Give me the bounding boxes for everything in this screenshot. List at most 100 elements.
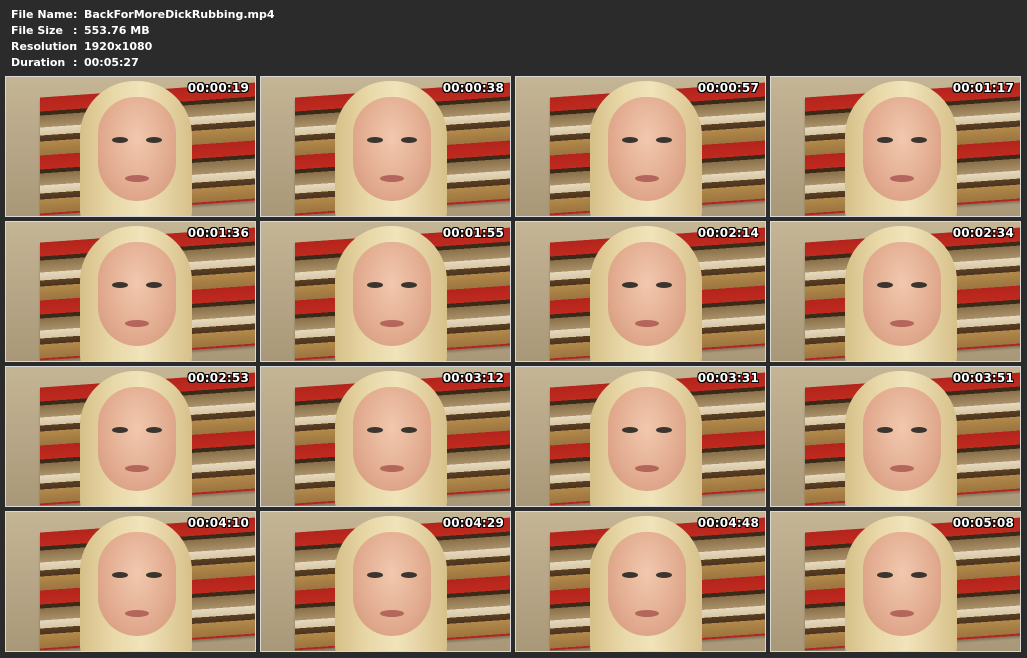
video-thumbnail[interactable]: 00:00:57 (515, 76, 766, 217)
video-thumbnail[interactable]: 00:00:38 (260, 76, 511, 217)
eye (656, 137, 672, 143)
video-thumbnail[interactable]: 00:02:53 (5, 366, 256, 507)
eye (911, 282, 927, 288)
info-row-file-name: File Name : BackForMoreDickRubbing.mp4 (11, 7, 275, 23)
eye (656, 427, 672, 433)
thumbnail-timestamp: 00:02:53 (187, 371, 249, 385)
person-face (863, 242, 941, 346)
eye (656, 572, 672, 578)
thumbnail-frame-image (771, 77, 1020, 216)
info-label: File Size (11, 24, 63, 37)
mouth (890, 320, 914, 327)
eye (401, 572, 417, 578)
person-face (608, 97, 686, 201)
eye (367, 427, 383, 433)
eye (401, 427, 417, 433)
person-face (863, 532, 941, 636)
info-value: 553.76 MB (84, 24, 150, 37)
info-label: Duration (11, 56, 66, 69)
mouth (380, 320, 404, 327)
eye (877, 282, 893, 288)
info-row-duration: Duration : 00:05:27 (11, 55, 275, 71)
info-row-resolution: Resolution : 1920x1080 (11, 39, 275, 55)
video-thumbnail[interactable]: 00:00:19 (5, 76, 256, 217)
thumbnail-frame-image (261, 367, 510, 506)
thumbnail-frame-image (6, 367, 255, 506)
thumbnail-frame-image (6, 77, 255, 216)
person-face (863, 97, 941, 201)
video-thumbnail[interactable]: 00:03:51 (770, 366, 1021, 507)
info-value: BackForMoreDickRubbing.mp4 (84, 8, 275, 21)
person-face (98, 242, 176, 346)
eye (112, 572, 128, 578)
thumbnail-timestamp: 00:03:51 (952, 371, 1014, 385)
video-thumbnail[interactable]: 00:04:48 (515, 511, 766, 652)
video-thumbnail[interactable]: 00:01:36 (5, 221, 256, 362)
mouth (125, 610, 149, 617)
thumbnail-frame-image (261, 512, 510, 651)
thumbnail-frame-image (516, 77, 765, 216)
eye (401, 282, 417, 288)
video-thumbnail[interactable]: 00:04:29 (260, 511, 511, 652)
thumbnail-timestamp: 00:00:57 (697, 81, 759, 95)
eye (622, 282, 638, 288)
eye (146, 137, 162, 143)
thumbnail-frame-image (516, 222, 765, 361)
mouth (635, 175, 659, 182)
video-thumbnail[interactable]: 00:01:55 (260, 221, 511, 362)
thumbnail-frame-image (516, 367, 765, 506)
eye (622, 572, 638, 578)
thumbnail-timestamp: 00:04:10 (187, 516, 249, 530)
file-info-panel: File Name : BackForMoreDickRubbing.mp4 F… (11, 7, 275, 71)
thumbnail-timestamp: 00:01:55 (442, 226, 504, 240)
thumbnail-timestamp: 00:02:34 (952, 226, 1014, 240)
eye (877, 137, 893, 143)
eye (622, 427, 638, 433)
person-face (353, 242, 431, 346)
thumbnail-frame-image (516, 512, 765, 651)
mouth (125, 175, 149, 182)
video-thumbnail[interactable]: 00:02:14 (515, 221, 766, 362)
mouth (890, 175, 914, 182)
person-face (608, 242, 686, 346)
video-thumbnail[interactable]: 00:04:10 (5, 511, 256, 652)
person-face (863, 387, 941, 491)
thumbnail-timestamp: 00:03:12 (442, 371, 504, 385)
mouth (380, 175, 404, 182)
thumbnail-frame-image (261, 222, 510, 361)
eye (656, 282, 672, 288)
video-thumbnail[interactable]: 00:03:31 (515, 366, 766, 507)
thumbnail-frame-image (261, 77, 510, 216)
mouth (890, 610, 914, 617)
info-separator: : (73, 40, 78, 53)
thumbnail-frame-image (771, 222, 1020, 361)
person-face (98, 387, 176, 491)
thumbnail-frame-image (6, 222, 255, 361)
eye (401, 137, 417, 143)
video-thumbnail[interactable]: 00:02:34 (770, 221, 1021, 362)
eye (911, 427, 927, 433)
thumbnail-timestamp: 00:01:36 (187, 226, 249, 240)
eye (146, 282, 162, 288)
thumbnail-timestamp: 00:02:14 (697, 226, 759, 240)
eye (911, 572, 927, 578)
person-face (98, 97, 176, 201)
eye (112, 282, 128, 288)
person-face (353, 97, 431, 201)
mouth (380, 610, 404, 617)
eye (911, 137, 927, 143)
video-thumbnail[interactable]: 00:05:08 (770, 511, 1021, 652)
thumbnail-timestamp: 00:00:38 (442, 81, 504, 95)
eye (877, 427, 893, 433)
info-separator: : (73, 56, 78, 69)
person-face (608, 532, 686, 636)
info-separator: : (73, 8, 78, 21)
video-thumbnail[interactable]: 00:03:12 (260, 366, 511, 507)
thumbnail-frame-image (771, 512, 1020, 651)
thumbnail-frame-image (771, 367, 1020, 506)
eye (877, 572, 893, 578)
eye (622, 137, 638, 143)
person-face (353, 387, 431, 491)
video-thumbnail[interactable]: 00:01:17 (770, 76, 1021, 217)
mouth (890, 465, 914, 472)
